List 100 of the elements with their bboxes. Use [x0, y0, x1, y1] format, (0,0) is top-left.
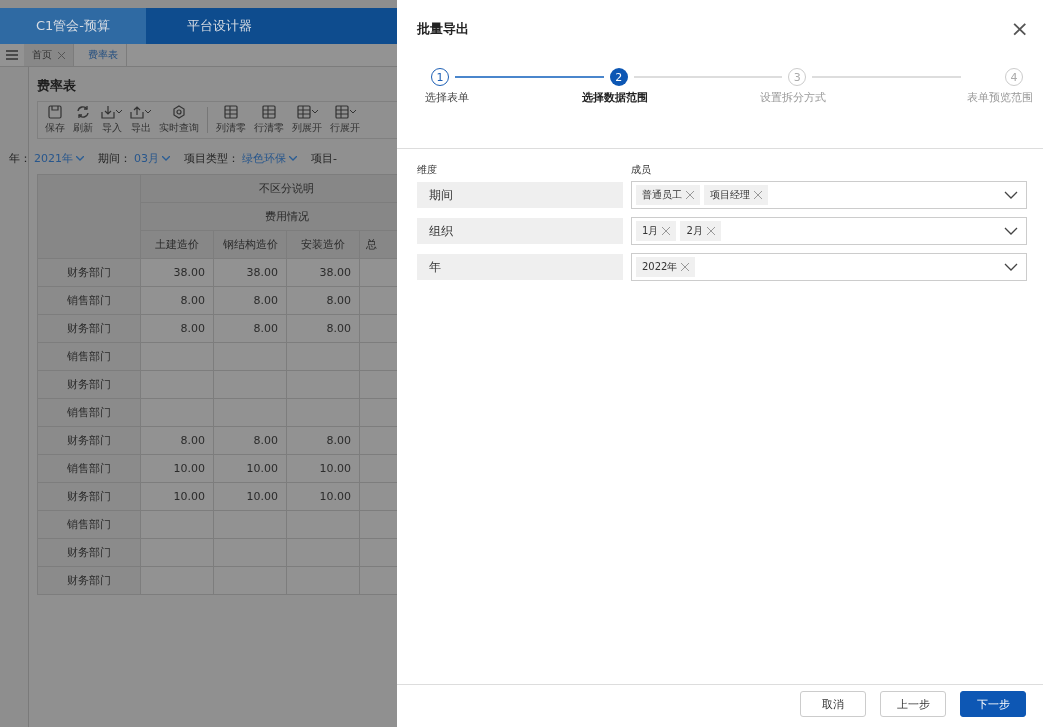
table-cell: 10.00 — [286, 482, 360, 511]
member-tag: 2月 — [680, 221, 721, 241]
table-cell: 38.00 — [140, 258, 214, 287]
member-select[interactable]: 2022年 — [631, 253, 1027, 281]
caret-icon — [145, 110, 151, 114]
table-icon — [262, 105, 276, 119]
column-header: 安装造价 — [286, 230, 360, 259]
member-tag: 1月 — [636, 221, 677, 241]
row-header-cell: 销售部门 — [37, 510, 141, 539]
import-icon — [101, 105, 115, 119]
table-cell: 10.00 — [140, 454, 214, 483]
chevron-down-icon — [162, 156, 170, 161]
app-tab[interactable]: C1管会-预算 — [0, 8, 146, 44]
table-cell: 8.00 — [286, 286, 360, 315]
table-cell: 8.00 — [140, 286, 214, 315]
footer-button[interactable]: 上一步 — [880, 691, 946, 717]
chevron-down-icon — [289, 156, 297, 161]
table-icon — [296, 105, 311, 119]
page-tab[interactable]: 首页 — [24, 44, 74, 66]
step-number: 2 — [609, 68, 628, 86]
table-cell: 8.00 — [140, 426, 214, 455]
export-icon — [130, 105, 144, 119]
member-tag: 项目经理 — [704, 185, 768, 205]
chevron-down-icon — [1004, 227, 1018, 235]
save-icon — [48, 105, 62, 119]
caret-icon — [311, 110, 318, 114]
header-cell: 费用情况 — [140, 202, 397, 231]
table-icon — [334, 105, 349, 119]
remove-icon[interactable] — [662, 227, 671, 235]
toolbar-button[interactable]: 保存 — [42, 105, 68, 135]
step-label: 设置拆分方式 — [760, 90, 827, 105]
step-label: 表单预览范围 — [967, 90, 1033, 105]
row-header-cell: 财务部门 — [37, 538, 141, 567]
filter-dropdown[interactable]: 项目- — [311, 151, 337, 166]
close-icon[interactable] — [58, 51, 65, 59]
row-header-cell: 财务部门 — [37, 566, 141, 595]
table-cell: 8.00 — [213, 426, 287, 455]
column-header: 钢结构造价 — [213, 230, 287, 259]
table-cell: 38.00 — [213, 258, 287, 287]
row-header-cell: 财务部门 — [37, 426, 141, 455]
dimension-label: 组织 — [417, 218, 623, 244]
table-cell: 8.00 — [286, 314, 360, 343]
member-select[interactable]: 1月 2月 — [631, 217, 1027, 245]
remove-icon[interactable] — [754, 191, 762, 199]
menu-icon[interactable] — [6, 50, 18, 60]
remove-icon[interactable] — [706, 227, 715, 235]
table-cell: 8.00 — [213, 286, 287, 315]
chevron-down-icon — [1004, 191, 1018, 199]
member-tag: 2022年 — [636, 257, 696, 277]
toolbar-button[interactable]: 刷新 — [70, 105, 96, 135]
page-title: 费率表 — [37, 77, 77, 95]
table-cell: 8.00 — [286, 426, 360, 455]
settings-icon — [172, 105, 186, 119]
close-button[interactable]: × — [1010, 18, 1029, 40]
toolbar-button[interactable]: 列展开 — [289, 105, 325, 135]
header-cell: 不区分说明 — [140, 174, 397, 203]
column-header: 维度 — [417, 163, 438, 177]
dimension-label: 期间 — [417, 182, 623, 208]
step-label: 选择数据范围 — [581, 90, 648, 105]
row-header-cell: 财务部门 — [37, 482, 141, 511]
row-header-cell: 销售部门 — [37, 454, 141, 483]
toolbar-button[interactable]: 实时查询 — [156, 105, 202, 135]
table-cell: 38.00 — [286, 258, 360, 287]
table-cell: 8.00 — [140, 314, 214, 343]
drawer-title: 批量导出 — [417, 20, 469, 38]
table-cell: 10.00 — [140, 482, 214, 511]
footer-button[interactable]: 取消 — [800, 691, 866, 717]
row-header-cell: 财务部门 — [37, 314, 141, 343]
member-select[interactable]: 普通员工 项目经理 — [631, 181, 1027, 209]
step-label: 选择表单 — [425, 90, 469, 105]
footer-button[interactable]: 下一步 — [960, 691, 1026, 717]
filter-dropdown[interactable]: 期间： 03月 — [98, 151, 170, 166]
filter-dropdown[interactable]: 年： 2021年 — [9, 151, 84, 166]
toolbar-button[interactable]: 导入 — [98, 105, 125, 135]
caret-icon — [116, 110, 122, 114]
row-header-cell: 财务部门 — [37, 370, 141, 399]
toolbar-button[interactable]: 行展开 — [327, 105, 363, 135]
toolbar-button[interactable]: 行清零 — [251, 105, 287, 135]
column-header: 土建造价 — [140, 230, 214, 259]
chevron-down-icon — [1004, 263, 1018, 271]
table-cell: 10.00 — [286, 454, 360, 483]
table-icon — [224, 105, 238, 119]
chevron-down-icon — [76, 156, 84, 161]
remove-icon[interactable] — [681, 263, 690, 271]
refresh-icon — [76, 105, 90, 119]
row-header-cell: 销售部门 — [37, 286, 141, 315]
dimension-label: 年 — [417, 254, 623, 280]
remove-icon[interactable] — [686, 191, 694, 199]
app-tab[interactable]: 平台设计器 — [146, 8, 292, 44]
table-cell: 10.00 — [213, 482, 287, 511]
table-cell: 10.00 — [213, 454, 287, 483]
column-header: 成员 — [631, 163, 651, 177]
toolbar-button[interactable]: 列清零 — [213, 105, 249, 135]
table-cell: 8.00 — [213, 314, 287, 343]
row-header-cell: 财务部门 — [37, 258, 141, 287]
member-tag: 普通员工 — [636, 185, 700, 205]
filter-dropdown[interactable]: 项目类型： 绿色环保 — [184, 151, 297, 166]
row-header-cell: 销售部门 — [37, 342, 141, 371]
toolbar-button[interactable]: 导出 — [127, 105, 154, 135]
caret-icon — [349, 110, 356, 114]
